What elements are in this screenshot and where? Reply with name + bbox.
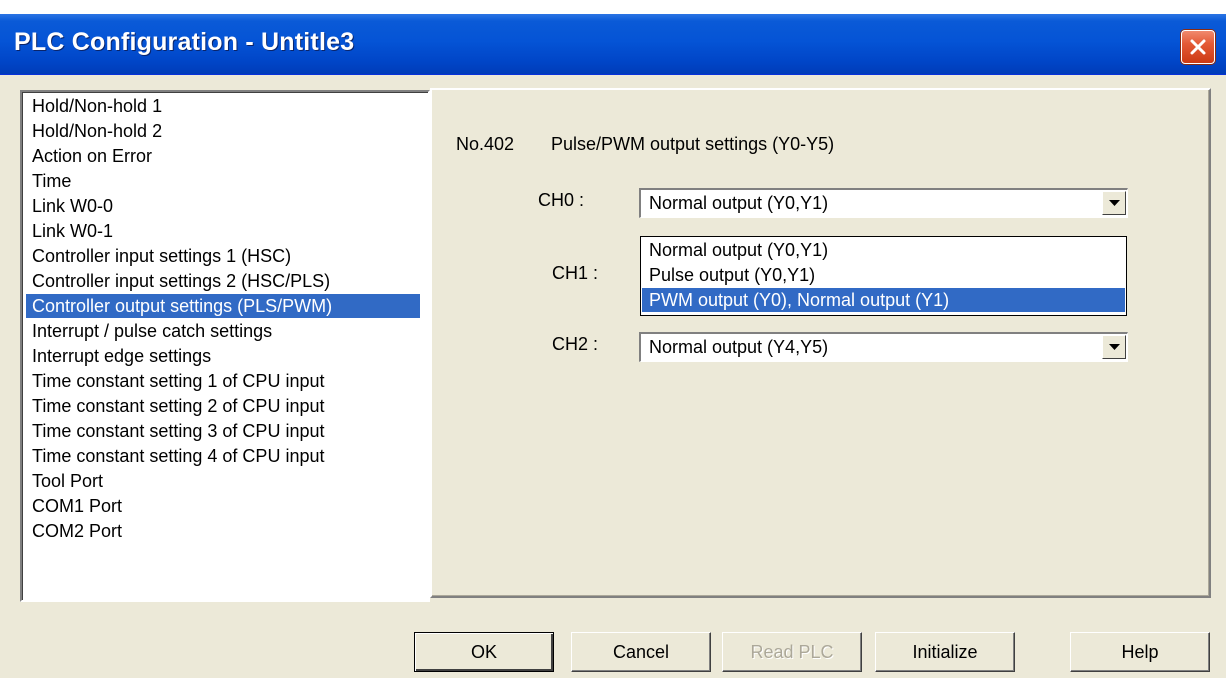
list-item[interactable]: Link W0-0 [30, 194, 113, 218]
list-item[interactable]: Controller input settings 1 (HSC) [30, 244, 291, 268]
chevron-down-icon [1109, 344, 1120, 350]
list-item[interactable]: Time constant setting 3 of CPU input [30, 419, 324, 443]
setting-number: No.402 [456, 134, 515, 154]
window-title: PLC Configuration - Untitle3 [14, 28, 355, 56]
ch0-select[interactable]: Normal output (Y0,Y1) [639, 188, 1128, 218]
ok-button[interactable]: OK [414, 632, 554, 672]
ch2-select[interactable]: Normal output (Y4,Y5) [639, 332, 1128, 362]
close-button[interactable] [1181, 30, 1215, 64]
initialize-button[interactable]: Initialize [875, 632, 1015, 672]
list-item[interactable]: Link W0-1 [30, 219, 113, 243]
list-item[interactable]: Hold/Non-hold 1 [30, 94, 162, 118]
list-item[interactable]: COM2 Port [30, 519, 122, 543]
ch0-dropdown-button[interactable] [1102, 191, 1126, 215]
dropdown-option-highlighted[interactable]: PWM output (Y0), Normal output (Y1) [642, 288, 1125, 312]
plc-configuration-dialog: PLC Configuration - Untitle3 Hold/Non-ho… [0, 14, 1226, 678]
ch0-select-value: Normal output (Y0,Y1) [649, 193, 829, 213]
dropdown-option[interactable]: Normal output (Y0,Y1) [642, 238, 1125, 262]
setting-heading: Pulse/PWM output settings (Y0-Y5) [551, 134, 835, 154]
list-item[interactable]: Interrupt / pulse catch settings [30, 319, 272, 343]
list-item[interactable]: COM1 Port [30, 494, 122, 518]
dropdown-option[interactable]: Pulse output (Y0,Y1) [642, 263, 1125, 287]
list-item[interactable]: Hold/Non-hold 2 [30, 119, 162, 143]
read-plc-button[interactable]: Read PLC [722, 632, 862, 672]
ch2-dropdown-button[interactable] [1102, 335, 1126, 359]
list-item[interactable]: Tool Port [30, 469, 103, 493]
ch2-select-value: Normal output (Y4,Y5) [649, 337, 829, 357]
list-item[interactable]: Interrupt edge settings [30, 344, 211, 368]
title-bar[interactable]: PLC Configuration - Untitle3 [0, 14, 1226, 75]
cancel-button[interactable]: Cancel [571, 632, 711, 672]
list-item[interactable]: Time constant setting 4 of CPU input [30, 444, 324, 468]
chevron-down-icon [1109, 200, 1120, 206]
ch1-label: CH1 : [552, 263, 599, 283]
ch2-label: CH2 : [552, 334, 599, 354]
list-item[interactable]: Time constant setting 2 of CPU input [30, 394, 324, 418]
ch0-dropdown-list[interactable]: Normal output (Y0,Y1) Pulse output (Y0,Y… [640, 236, 1127, 316]
list-item[interactable]: Time [30, 169, 71, 193]
settings-list[interactable]: Hold/Non-hold 1 Hold/Non-hold 2 Action o… [20, 90, 430, 602]
list-item[interactable]: Time constant setting 1 of CPU input [30, 369, 324, 393]
help-button[interactable]: Help [1070, 632, 1210, 672]
ch0-label: CH0 : [538, 190, 585, 210]
list-item-selected[interactable]: Controller output settings (PLS/PWM) [26, 294, 420, 318]
list-item[interactable]: Controller input settings 2 (HSC/PLS) [30, 269, 330, 293]
list-item[interactable]: Action on Error [30, 144, 152, 168]
close-icon [1190, 39, 1206, 55]
